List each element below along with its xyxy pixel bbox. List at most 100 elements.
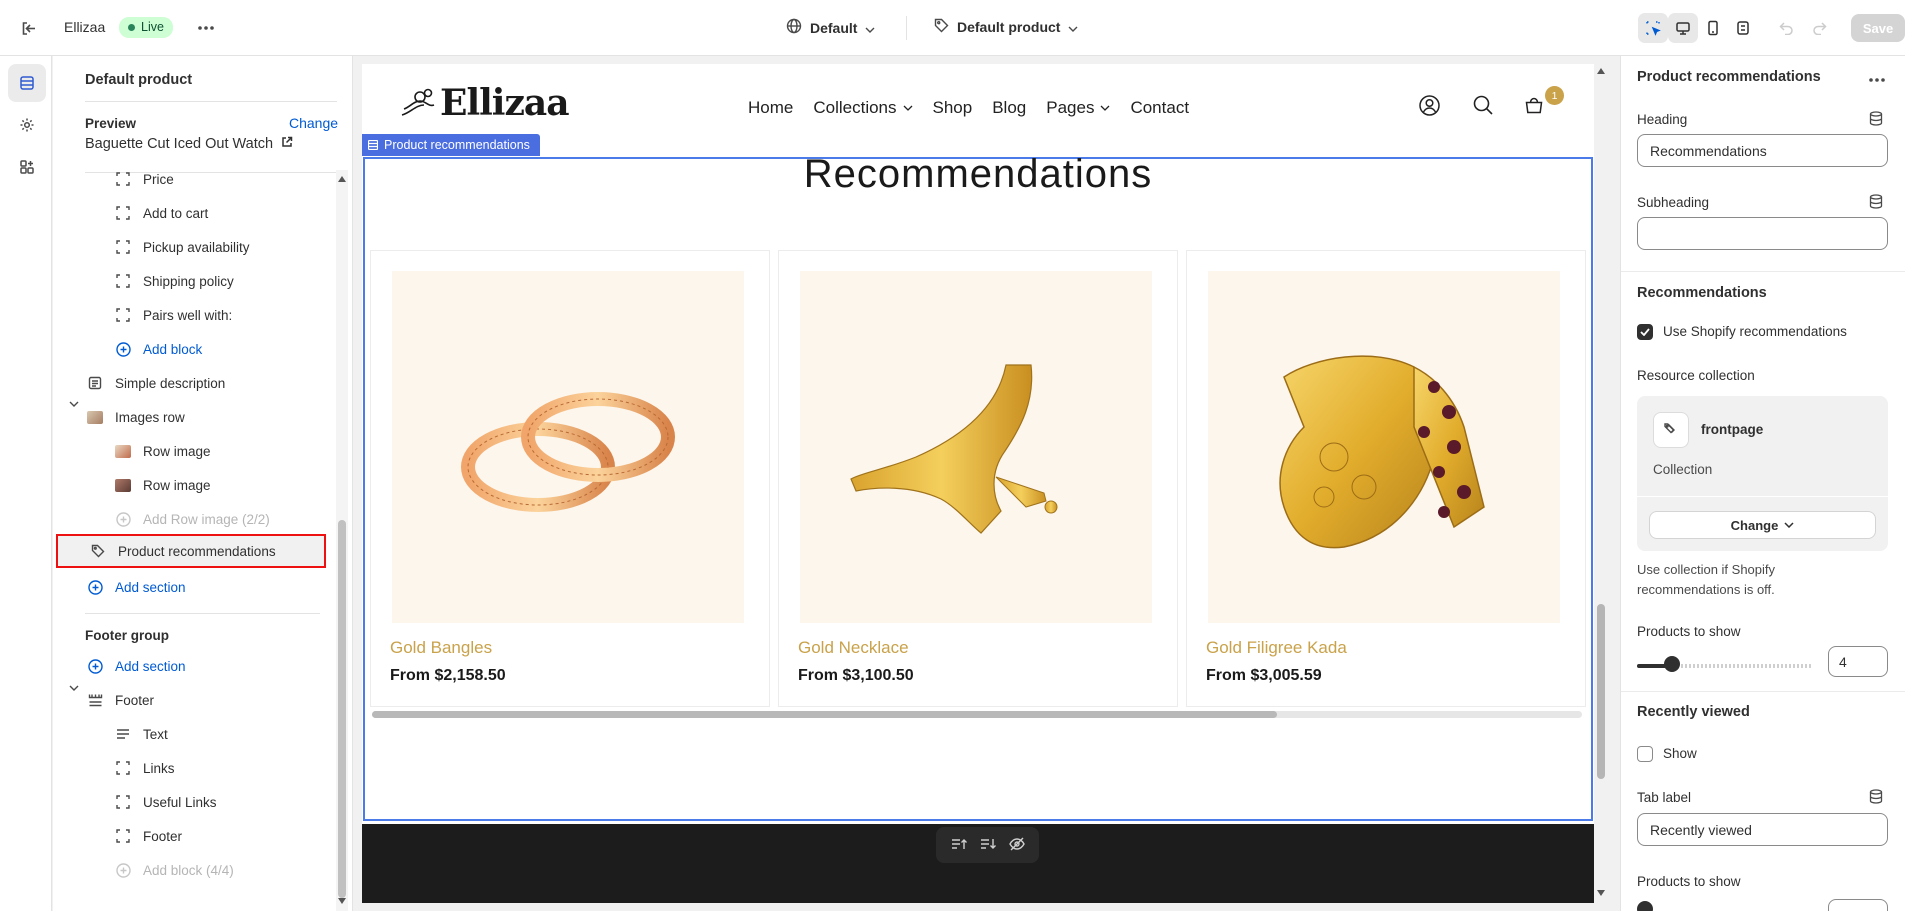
tree-item-shipping-policy[interactable]: Shipping policy bbox=[53, 264, 337, 298]
tree-item-row-image-2[interactable]: Row image bbox=[53, 468, 337, 502]
add-block-label: Add block (4/4) bbox=[143, 862, 234, 878]
divider bbox=[1621, 271, 1905, 272]
undo-icon[interactable] bbox=[1776, 18, 1796, 38]
preview-change-link[interactable]: Change bbox=[289, 115, 338, 131]
panel-scrollbar[interactable] bbox=[336, 170, 348, 911]
products-to-show-input-2[interactable] bbox=[1828, 899, 1888, 911]
tree-item-footer-footer[interactable]: Footer bbox=[53, 819, 337, 853]
scrollbar-thumb[interactable] bbox=[1597, 604, 1605, 779]
tab-label-input[interactable] bbox=[1637, 813, 1888, 846]
section-simple-description[interactable]: Simple description bbox=[53, 366, 337, 400]
move-up-icon[interactable] bbox=[951, 837, 967, 854]
show-label[interactable]: Show bbox=[1663, 746, 1697, 761]
external-link-icon[interactable] bbox=[281, 136, 293, 152]
panel-title: Default product bbox=[85, 72, 193, 88]
plus-circle-icon bbox=[85, 577, 105, 597]
nav-collections[interactable]: Collections bbox=[813, 98, 912, 118]
tree-item-footer-links[interactable]: Links bbox=[53, 751, 337, 785]
plus-circle-icon bbox=[113, 860, 133, 880]
use-shopify-checkbox[interactable] bbox=[1637, 324, 1653, 340]
product-image[interactable] bbox=[1208, 271, 1560, 623]
tree-item-row-image-1[interactable]: Row image bbox=[53, 434, 337, 468]
search-icon[interactable] bbox=[1472, 94, 1494, 116]
sections-icon[interactable] bbox=[8, 64, 46, 102]
add-section-button[interactable]: Add section bbox=[53, 570, 337, 604]
nav-pages[interactable]: Pages bbox=[1046, 98, 1110, 118]
chevron-down-icon bbox=[1068, 19, 1078, 35]
nav-blog[interactable]: Blog bbox=[992, 98, 1026, 118]
heading-input[interactable] bbox=[1637, 134, 1888, 167]
recommendations-heading: Recommendations bbox=[803, 152, 1153, 196]
add-block-button[interactable]: Add block bbox=[53, 332, 337, 366]
dynamic-source-icon[interactable] bbox=[1869, 194, 1883, 212]
slider-handle[interactable] bbox=[1664, 656, 1680, 672]
apps-icon[interactable] bbox=[8, 148, 46, 186]
tree-item-footer-useful-links[interactable]: Useful Links bbox=[53, 785, 337, 819]
product-name[interactable]: Gold Bangles bbox=[390, 638, 492, 658]
checkmark-icon bbox=[1640, 328, 1650, 336]
footer-add-section-button[interactable]: Add section bbox=[53, 649, 337, 683]
carousel-scrollbar[interactable] bbox=[372, 711, 1582, 718]
product-card[interactable]: Gold Necklace From $3,100.50 bbox=[778, 250, 1178, 707]
store-logo[interactable]: Ellizaa bbox=[400, 82, 570, 124]
product-name[interactable]: Gold Filigree Kada bbox=[1206, 638, 1347, 658]
store-logo-text: Ellizaa bbox=[440, 82, 570, 124]
product-card[interactable]: Gold Bangles From $2,158.50 bbox=[370, 250, 770, 707]
products-to-show-input[interactable]: 4 bbox=[1828, 646, 1888, 677]
nav-contact[interactable]: Contact bbox=[1130, 98, 1189, 118]
chevron-down-icon bbox=[1784, 522, 1794, 528]
section-footer[interactable]: Footer bbox=[53, 683, 337, 717]
slider-handle[interactable] bbox=[1637, 901, 1653, 911]
scrollbar-thumb[interactable] bbox=[372, 711, 1277, 718]
show-recently-viewed-checkbox[interactable] bbox=[1637, 746, 1653, 762]
product-image[interactable] bbox=[392, 271, 744, 623]
settings-icon[interactable] bbox=[8, 106, 46, 144]
tree-item-footer-text[interactable]: Text bbox=[53, 717, 337, 751]
more-icon[interactable] bbox=[195, 18, 217, 38]
change-label: Change bbox=[1730, 517, 1779, 533]
tree-item-pickup-availability[interactable]: Pickup availability bbox=[53, 230, 337, 264]
subheading-input[interactable] bbox=[1637, 217, 1888, 250]
scrollbar-thumb[interactable] bbox=[338, 520, 346, 898]
nav-shop[interactable]: Shop bbox=[933, 98, 973, 118]
product-card[interactable]: Gold Filigree Kada From $3,005.59 bbox=[1186, 250, 1586, 707]
inspector-icon[interactable] bbox=[1638, 13, 1668, 43]
tree-item-pairs-well-with[interactable]: Pairs well with: bbox=[53, 298, 337, 332]
collection-tag-icon bbox=[1653, 412, 1689, 448]
subheading-label: Subheading bbox=[1637, 195, 1710, 210]
block-icon bbox=[113, 237, 133, 257]
nav-home[interactable]: Home bbox=[748, 98, 793, 118]
change-collection-button[interactable]: Change bbox=[1649, 511, 1876, 539]
product-image[interactable] bbox=[800, 271, 1152, 623]
block-icon bbox=[113, 169, 133, 189]
logo-mark-icon bbox=[401, 88, 435, 116]
section-product-recommendations[interactable]: Product recommendations bbox=[56, 534, 326, 568]
tree-item-price[interactable]: Price bbox=[53, 162, 337, 196]
account-icon[interactable] bbox=[1418, 94, 1440, 116]
move-down-icon[interactable] bbox=[980, 837, 996, 854]
dynamic-source-icon[interactable] bbox=[1869, 789, 1883, 807]
plus-circle-icon bbox=[113, 339, 133, 359]
cart-icon[interactable] bbox=[1523, 94, 1545, 116]
product-name[interactable]: Gold Necklace bbox=[798, 638, 909, 658]
fullscreen-icon[interactable] bbox=[1728, 13, 1758, 43]
nav-label: Pages bbox=[1046, 98, 1095, 117]
use-shopify-label[interactable]: Use Shopify recommendations bbox=[1663, 324, 1847, 339]
resource-collection-card: frontpage Collection Change bbox=[1637, 396, 1888, 551]
theme-select[interactable]: Default bbox=[786, 18, 875, 37]
exit-icon[interactable] bbox=[18, 18, 38, 38]
canvas-scrollbar[interactable] bbox=[1594, 64, 1608, 903]
save-button[interactable]: Save bbox=[1851, 14, 1905, 42]
section-images-row[interactable]: Images row bbox=[53, 400, 337, 434]
hide-icon[interactable] bbox=[1008, 837, 1025, 854]
more-icon[interactable] bbox=[1869, 66, 1885, 87]
redo-icon[interactable] bbox=[1809, 18, 1829, 38]
image-thumbnail-icon bbox=[85, 407, 105, 427]
dynamic-source-icon[interactable] bbox=[1869, 111, 1883, 129]
template-select[interactable]: Default product bbox=[934, 18, 1078, 36]
preview-product[interactable]: Baguette Cut Iced Out Watch bbox=[85, 136, 293, 152]
mobile-icon[interactable] bbox=[1698, 13, 1728, 43]
tree-item-add-to-cart[interactable]: Add to cart bbox=[53, 196, 337, 230]
desktop-icon[interactable] bbox=[1668, 13, 1698, 43]
image-thumbnail-icon bbox=[113, 475, 133, 495]
